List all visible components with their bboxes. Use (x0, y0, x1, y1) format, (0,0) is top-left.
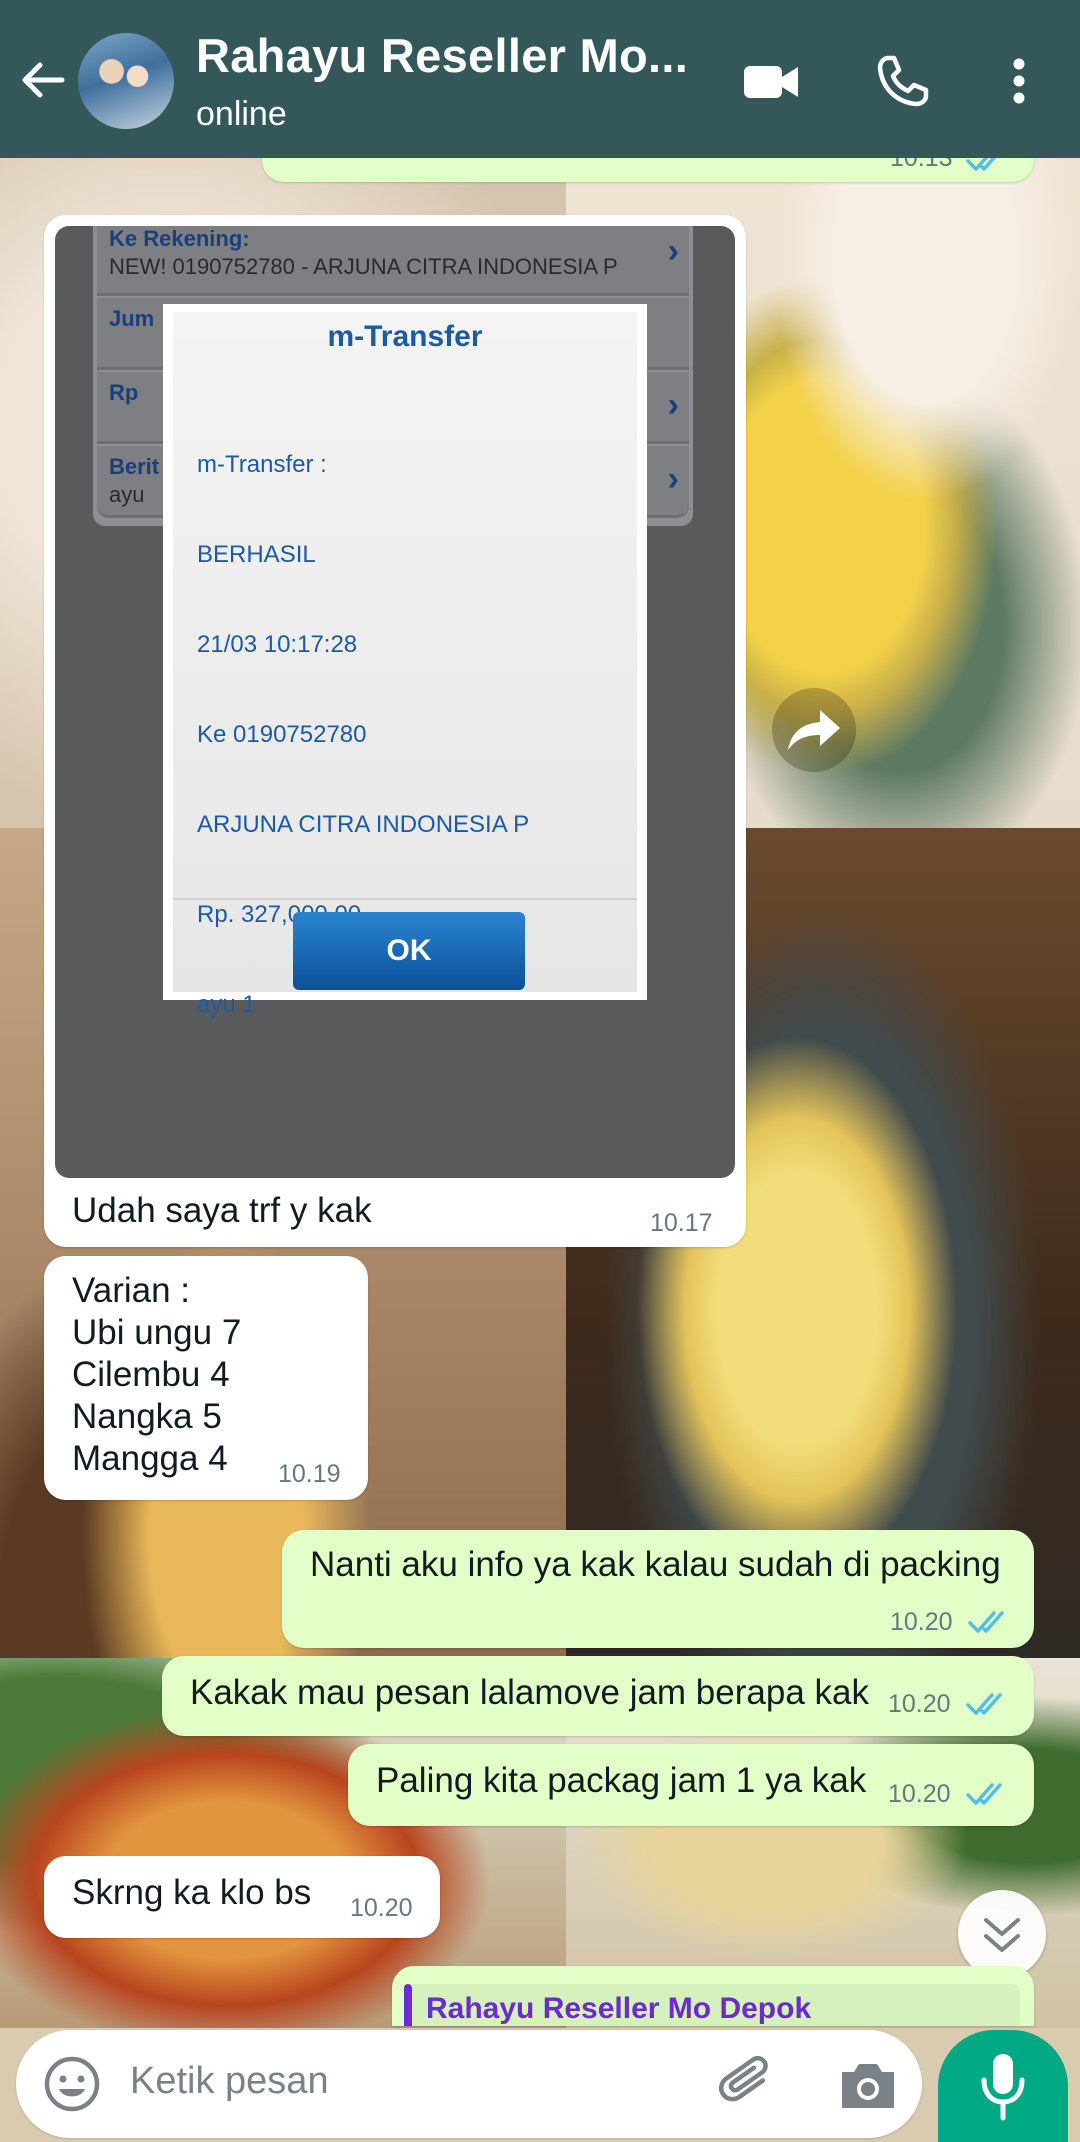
dialog-line: ayu 1 (197, 991, 256, 1018)
voice-call-icon[interactable] (872, 50, 934, 112)
message-time: 10.20 (888, 1780, 951, 1808)
camera-icon[interactable] (836, 2056, 900, 2114)
dialog-divider (173, 898, 637, 900)
chevron-right-icon: › (667, 386, 679, 424)
quoted-sender-name: Rahayu Reseller Mo Depok (426, 1992, 812, 2025)
read-ticks-icon (968, 1611, 1004, 1633)
message-caption: Udah saya trf y kak (72, 1191, 372, 1230)
double-chevron-down-icon (984, 1918, 1020, 1952)
form-row-label: Rp (109, 380, 139, 405)
message-bubble-outgoing[interactable]: Nanti aku info ya kak kalau sudah di pac… (282, 1530, 1034, 1648)
emoji-icon[interactable] (42, 2054, 102, 2114)
form-row-label: Ke Rekening: (109, 226, 250, 251)
dialog-line: 21/03 10:17:28 (197, 631, 358, 658)
chevron-right-icon: › (667, 460, 679, 498)
scroll-to-bottom-button[interactable] (958, 1890, 1046, 1978)
chevron-right-icon: › (667, 232, 679, 270)
quote-accent-bar (404, 1984, 412, 2026)
contact-name[interactable]: Rahayu Reseller Mo... (196, 28, 688, 83)
message-bubble-outgoing[interactable]: Rahayu Reseller Mo Depok (392, 1966, 1034, 2026)
dialog-line: Ke 0190752780 (197, 721, 367, 748)
message-time: 10.20 (350, 1894, 413, 1922)
chat-header: Rahayu Reseller Mo... online (0, 0, 1080, 158)
arrow-left-icon[interactable] (18, 55, 68, 105)
attach-icon[interactable] (716, 2052, 780, 2116)
mic-icon (981, 2054, 1025, 2121)
dialog-title: m-Transfer (327, 320, 483, 353)
more-vert-icon[interactable] (1002, 50, 1036, 112)
dialog-line: BERHASIL (197, 541, 316, 568)
form-row-value: ayu (109, 482, 145, 507)
message-bubble-image[interactable]: Ke Rekening: NEW! 0190752780 - ARJUNA CI… (44, 215, 746, 1247)
dialog-line: ARJUNA CITRA INDONESIA P (197, 811, 530, 838)
read-ticks-icon (966, 1783, 1002, 1805)
message-bubble-incoming[interactable]: Varian : Ubi ungu 7 Cilembu 4 Nangka 5 M… (44, 1256, 368, 1500)
form-row-value: NEW! 0190752780 - ARJUNA CITRA INDONESIA… (109, 254, 618, 279)
message-text: Skrng ka klo bs (72, 1873, 312, 1912)
form-row: Ke Rekening: NEW! 0190752780 - ARJUNA CI… (97, 226, 689, 296)
message-text: Paling kita packag jam 1 ya kak (376, 1761, 867, 1800)
message-bubble-incoming[interactable]: Skrng ka klo bs 10.20 (44, 1856, 440, 1938)
transfer-screenshot-image[interactable]: Ke Rekening: NEW! 0190752780 - ARJUNA CI… (55, 226, 735, 1178)
forward-button[interactable] (772, 688, 856, 772)
message-text: Varian : Ubi ungu 7 Cilembu 4 Nangka 5 M… (72, 1271, 242, 1478)
message-input[interactable]: Ketik pesan (130, 2060, 329, 2103)
message-time: 10.20 (890, 1608, 953, 1636)
video-call-icon[interactable] (740, 50, 802, 112)
mic-button[interactable] (938, 2030, 1068, 2142)
message-text: Kakak mau pesan lalamove jam berapa kak (190, 1673, 869, 1712)
message-text: Nanti aku info ya kak kalau sudah di pac… (310, 1545, 1001, 1584)
avatar[interactable] (78, 33, 174, 129)
message-time: 10.19 (278, 1460, 341, 1488)
message-composer[interactable]: Ketik pesan (16, 2030, 922, 2138)
dialog-ok-button: OK (293, 912, 525, 990)
read-ticks-icon (966, 1693, 1002, 1715)
contact-status: online (196, 95, 287, 133)
message-time: 10.17 (650, 1209, 713, 1237)
message-bubble-outgoing[interactable]: Paling kita packag jam 1 ya kak 10.20 (348, 1744, 1034, 1826)
message-bubble-outgoing[interactable]: Kakak mau pesan lalamove jam berapa kak … (162, 1656, 1034, 1736)
transfer-dialog: m-Transfer m-Transfer : BERHASIL 21/03 1… (163, 304, 647, 1018)
form-row-label: Berit (109, 454, 160, 479)
dialog-line: m-Transfer : (197, 451, 327, 478)
message-time: 10.20 (888, 1690, 951, 1718)
form-row-label: Jum (109, 306, 155, 331)
forward-icon (788, 710, 840, 750)
